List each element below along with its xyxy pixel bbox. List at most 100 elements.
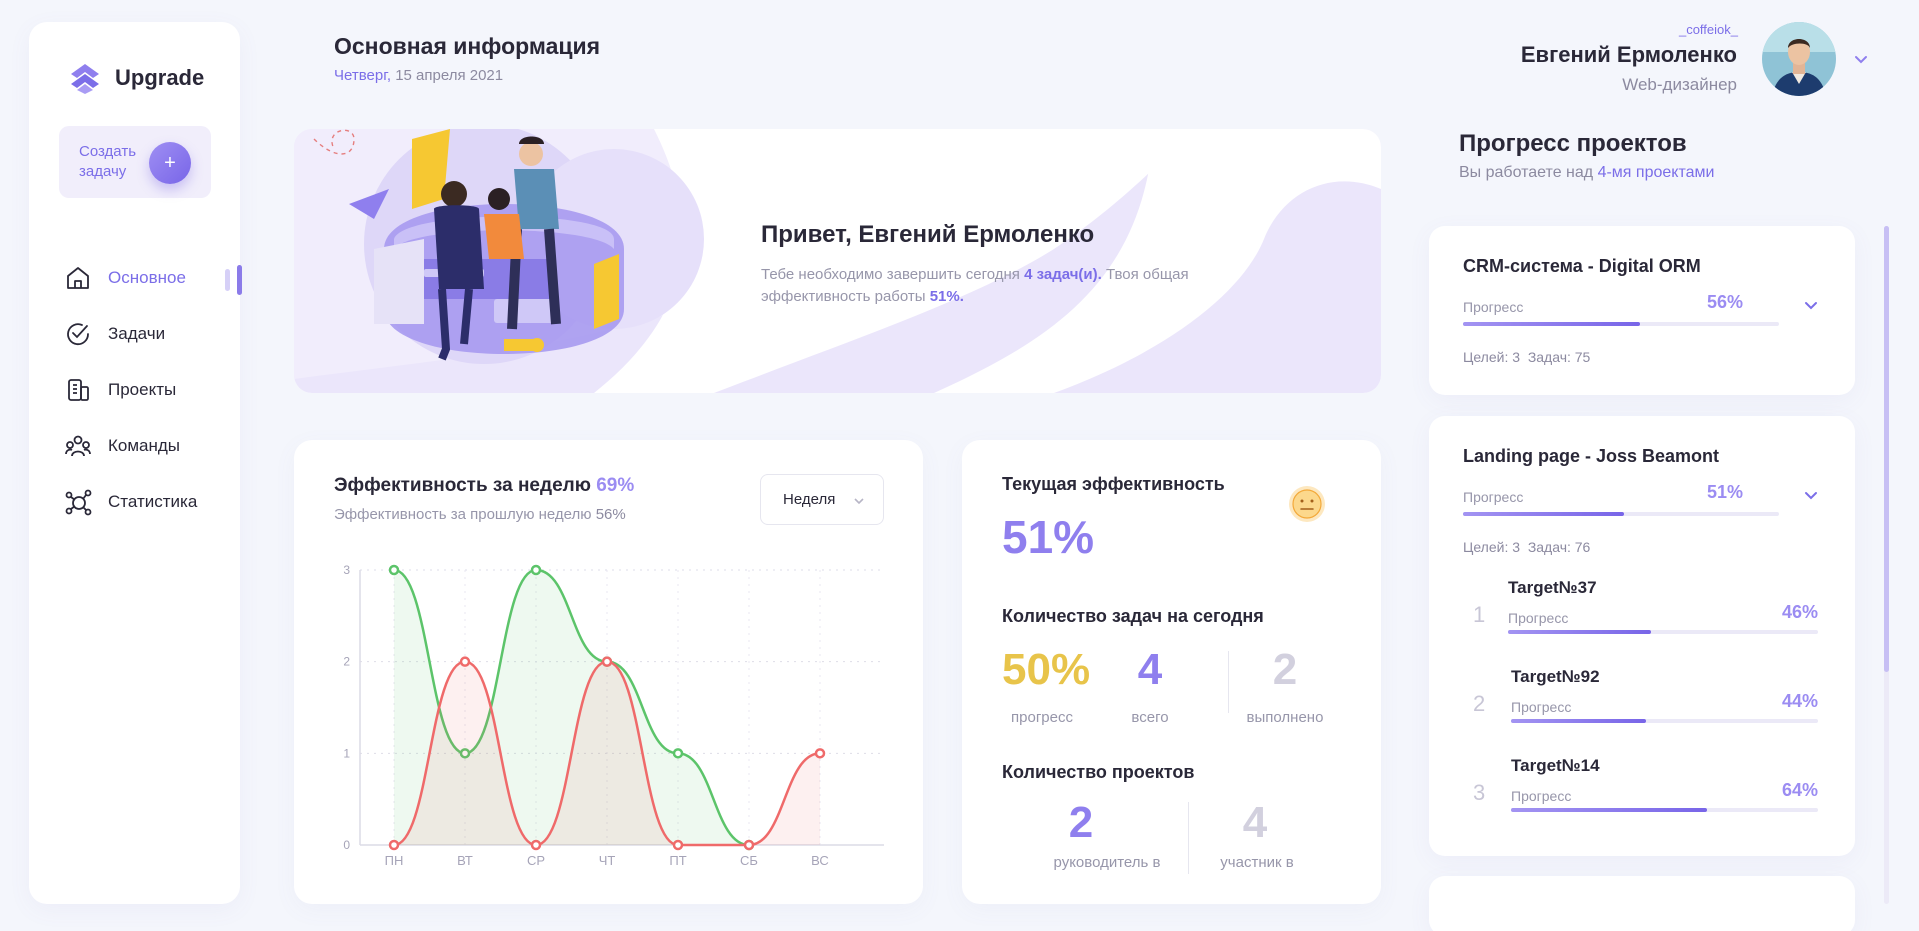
tasks-progress-value: 50%	[1002, 645, 1091, 694]
page-title: Основная информация	[334, 33, 601, 59]
scrollbar-thumb[interactable]	[1884, 226, 1889, 672]
tasks-progress-label: прогресс	[1011, 709, 1073, 726]
target-progress-fill	[1508, 630, 1651, 634]
projects-count-title: Количество проектов	[1002, 762, 1195, 782]
banner-illustration	[294, 129, 1381, 393]
data-point	[672, 839, 684, 851]
target-item[interactable]: 1 Target№37 Прогресс 46%	[1429, 578, 1855, 652]
divider	[1228, 651, 1229, 713]
chevron-down-icon[interactable]	[1803, 488, 1819, 504]
check-circle-icon	[67, 323, 89, 346]
sidebar-item-label: Команды	[108, 436, 181, 455]
projects-progress-title: Прогресс проектов	[1459, 130, 1687, 157]
data-point	[388, 564, 400, 576]
target-name: Target№37	[1508, 578, 1597, 597]
chevron-down-icon[interactable]	[1852, 50, 1870, 68]
buildings-icon	[68, 379, 89, 401]
sidebar-item-teams[interactable]: Команды	[64, 418, 240, 474]
home-icon	[67, 267, 89, 289]
tasks-done-value: 2	[1272, 645, 1298, 694]
target-progress-value: 44%	[1781, 691, 1818, 711]
data-point	[601, 656, 613, 667]
y-tick-label: 3	[343, 563, 350, 577]
project-tasks: Задач: 76	[1527, 539, 1591, 555]
x-tick-label: ВТ	[457, 853, 473, 868]
project-goals: Целей: 3	[1463, 539, 1521, 555]
project-progress-label: Прогресс	[1463, 299, 1524, 315]
target-name: Target№14	[1511, 756, 1600, 775]
active-indicator-shadow	[225, 269, 230, 291]
y-tick-label: 2	[343, 655, 350, 669]
user-name: Евгений Ермоленко	[1520, 42, 1737, 67]
sidebar-item-main[interactable]: Основное	[64, 250, 242, 306]
sidebar: Upgrade Создать задачу + Основное Задачи…	[29, 22, 242, 904]
avatar-image	[1762, 22, 1836, 96]
y-tick-label: 0	[343, 838, 350, 852]
project-card[interactable]: CRM-система - Digital ORM Прогресс 56% Ц…	[1429, 226, 1855, 395]
data-point	[530, 564, 542, 576]
banner-text-part: Тебе необходимо завершить сегодня	[761, 266, 1020, 283]
data-point	[388, 839, 400, 851]
sidebar-item-tasks[interactable]: Задачи	[64, 306, 240, 362]
project-goals: Целей: 3	[1463, 349, 1521, 365]
target-progress-fill	[1511, 719, 1647, 723]
projects-member-value: 4	[1242, 798, 1268, 847]
target-progress-value: 64%	[1781, 780, 1818, 800]
banner-task-count: 4 задач(и).	[1024, 266, 1102, 283]
sidebar-item-stats[interactable]: Статистика	[64, 474, 240, 530]
neutral-face-icon	[1289, 486, 1325, 522]
avatar[interactable]	[1762, 22, 1836, 96]
sidebar-item-label: Задачи	[108, 324, 166, 343]
current-efficiency-title: Текущая эффективность	[1002, 474, 1225, 494]
tasks-total-value: 4	[1137, 645, 1163, 694]
target-index: 3	[1473, 780, 1486, 805]
create-task-label: Создать задачу	[79, 143, 137, 180]
data-point	[814, 748, 826, 759]
target-index: 1	[1473, 602, 1486, 627]
project-meta: Целей: 3 Задач: 76	[1463, 539, 1590, 555]
main-nav: Основное Задачи Проекты Команды Статисти…	[64, 250, 242, 530]
project-progress-bar	[1463, 512, 1779, 516]
target-item[interactable]: 3 Target№14 Прогресс 64%	[1429, 756, 1855, 830]
x-tick-label: ЧТ	[599, 853, 616, 868]
project-card[interactable]	[1429, 876, 1855, 931]
project-progress-bar	[1463, 322, 1779, 326]
sidebar-item-projects[interactable]: Проекты	[64, 362, 240, 418]
current-efficiency-card: Текущая эффективность 51% Количество зад…	[962, 440, 1381, 904]
y-tick-label: 1	[343, 746, 350, 760]
weekday: Четверг,	[334, 67, 392, 84]
tasks-total-label: всего	[1131, 709, 1169, 726]
logo-icon	[71, 64, 99, 94]
logo[interactable]: Upgrade	[67, 60, 204, 96]
data-point	[743, 839, 755, 851]
target-progress-fill	[1511, 808, 1708, 812]
projects-progress-count: 4-мя проектами	[1597, 164, 1715, 181]
sidebar-item-label: Проекты	[108, 380, 177, 399]
project-progress-value: 51%	[1706, 482, 1743, 502]
target-progress-label: Прогресс	[1511, 788, 1572, 804]
stats-icon	[65, 489, 92, 516]
target-progress-bar	[1511, 808, 1818, 812]
target-index: 2	[1473, 691, 1486, 716]
page-date: Четверг, 15 апреля 2021	[334, 67, 503, 84]
banner-text: Тебе необходимо завершить сегодня 4 зада…	[761, 264, 1261, 308]
weekly-efficiency-card: Эффективность за неделю 69% Эффективност…	[294, 440, 923, 904]
x-tick-label: СР	[527, 853, 545, 868]
welcome-banner: Привет, Евгений Ермоленко Тебе необходим…	[294, 129, 1381, 393]
banner-greeting: Привет, Евгений Ермоленко	[761, 221, 1095, 248]
divider	[1188, 802, 1189, 874]
project-progress-label: Прогресс	[1463, 489, 1524, 505]
target-progress-bar	[1508, 630, 1818, 634]
data-point	[530, 839, 542, 851]
projects-progress-subtitle-text: Вы работаете над	[1459, 164, 1594, 181]
projects-lead-value: 2	[1068, 798, 1094, 847]
project-card[interactable]: Landing page - Joss Beamont Прогресс 51%…	[1429, 416, 1855, 856]
target-item[interactable]: 2 Target№92 Прогресс 44%	[1429, 667, 1855, 741]
project-progress-value: 56%	[1706, 292, 1743, 312]
chevron-down-icon[interactable]	[1803, 298, 1819, 314]
projects-member-label: участник в	[1220, 854, 1294, 871]
project-name: Landing page - Joss Beamont	[1463, 446, 1720, 466]
x-tick-label: СБ	[740, 853, 758, 868]
projects-progress-subtitle: Вы работаете над 4-мя проектами	[1459, 164, 1714, 182]
create-task-button[interactable]: Создать задачу +	[59, 126, 211, 198]
